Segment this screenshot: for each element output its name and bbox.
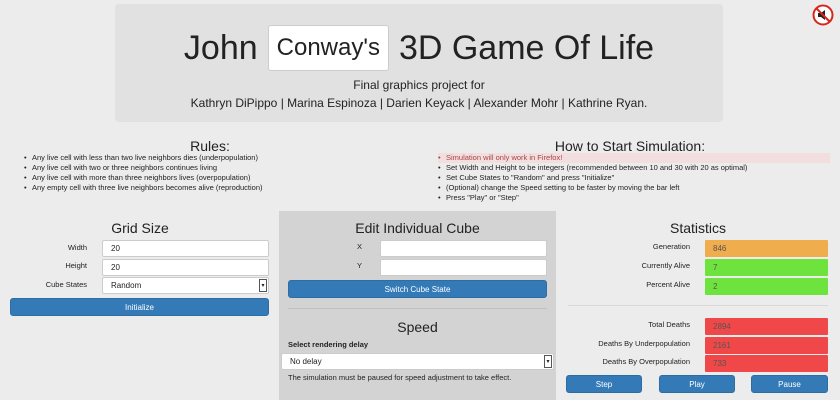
credits: Kathryn DiPippo | Marina Espinoza | Dari… [190, 96, 648, 110]
speed-title: Speed [397, 319, 438, 335]
chevron-down-icon: ▾ [259, 279, 267, 292]
rendering-delay-value: No delay [290, 357, 322, 366]
x-input[interactable] [380, 240, 547, 257]
height-value: 20 [111, 263, 120, 272]
rule-item: Any live cell with less than two live ne… [24, 153, 354, 163]
deaths-underpopulation-value: 2161 [705, 337, 828, 354]
height-label: Height [65, 261, 87, 270]
width-value: 20 [111, 244, 120, 253]
statistics-title: Statistics [669, 220, 726, 236]
currently-alive-label: Currently Alive [641, 261, 690, 270]
page-title: John Conway's 3D Game Of Life [115, 24, 723, 72]
rendering-delay-select[interactable]: No delay ▾ [281, 353, 554, 370]
rules-list: Any live cell with less than two live ne… [24, 153, 354, 193]
rules-title: Rules: [190, 138, 230, 154]
y-input[interactable] [380, 259, 547, 276]
speaker-muted-icon[interactable] [812, 4, 834, 26]
total-deaths-label: Total Deaths [648, 320, 690, 329]
title-highlight-box: Conway's [267, 25, 389, 71]
middle-panel: Edit Individual Cube X Y Switch Cube Sta… [279, 211, 556, 400]
deaths-underpopulation-label: Deaths By Underpopulation [598, 339, 690, 348]
width-input[interactable]: 20 [102, 240, 269, 257]
pause-button[interactable]: Pause [751, 375, 828, 393]
rule-item: Any live cell with two or three neighbor… [24, 163, 354, 173]
title-left: John [183, 28, 258, 67]
deaths-overpopulation-value: 733 [705, 355, 828, 372]
switch-cube-state-button[interactable]: Switch Cube State [288, 280, 547, 298]
cube-states-select[interactable]: Random ▾ [102, 277, 269, 294]
edit-cube-title: Edit Individual Cube [355, 220, 480, 236]
divider [568, 305, 828, 306]
rendering-delay-label: Select rendering delay [288, 340, 369, 349]
subtitle: Final graphics project for [353, 78, 485, 92]
header-jumbotron: John Conway's 3D Game Of Life Final grap… [115, 4, 723, 122]
initialize-button[interactable]: Initialize [10, 298, 269, 316]
cube-states-value: Random [111, 281, 142, 290]
y-label: Y [357, 261, 363, 270]
generation-value: 846 [705, 240, 828, 257]
percent-alive-label: Percent Alive [646, 280, 690, 289]
howto-item: (Optional) change the Speed setting to b… [438, 183, 830, 193]
speed-note: The simulation must be paused for speed … [288, 373, 512, 382]
divider [288, 308, 547, 309]
step-button[interactable]: Step [566, 375, 642, 393]
howto-item: Press "Play" or "Step" [438, 193, 830, 203]
howto-item: Set Cube States to "Random" and press "I… [438, 173, 830, 183]
play-button[interactable]: Play [659, 375, 735, 393]
howto-list: Simulation will only work in Firefox! Se… [438, 153, 830, 203]
firefox-warning: Simulation will only work in Firefox! [438, 153, 830, 163]
rule-item: Any empty cell with three live neighbors… [24, 183, 354, 193]
x-label: X [357, 242, 363, 251]
title-right: 3D Game Of Life [398, 28, 655, 67]
height-input[interactable]: 20 [102, 259, 269, 276]
chevron-down-icon: ▾ [544, 355, 552, 368]
total-deaths-value: 2894 [705, 318, 828, 335]
generation-label: Generation [652, 242, 690, 251]
howto-title: How to Start Simulation: [554, 138, 706, 154]
cube-states-label: Cube States [45, 280, 87, 289]
howto-item: Set Width and Height to be integers (rec… [438, 163, 830, 173]
rule-item: Any live cell with more than three neigh… [24, 173, 354, 183]
width-label: Width [67, 243, 87, 252]
grid-size-title: Grid Size [111, 220, 169, 236]
percent-alive-value: 2 [705, 278, 828, 295]
deaths-overpopulation-label: Deaths By Overpopulation [602, 357, 690, 366]
currently-alive-value: 7 [705, 259, 828, 276]
